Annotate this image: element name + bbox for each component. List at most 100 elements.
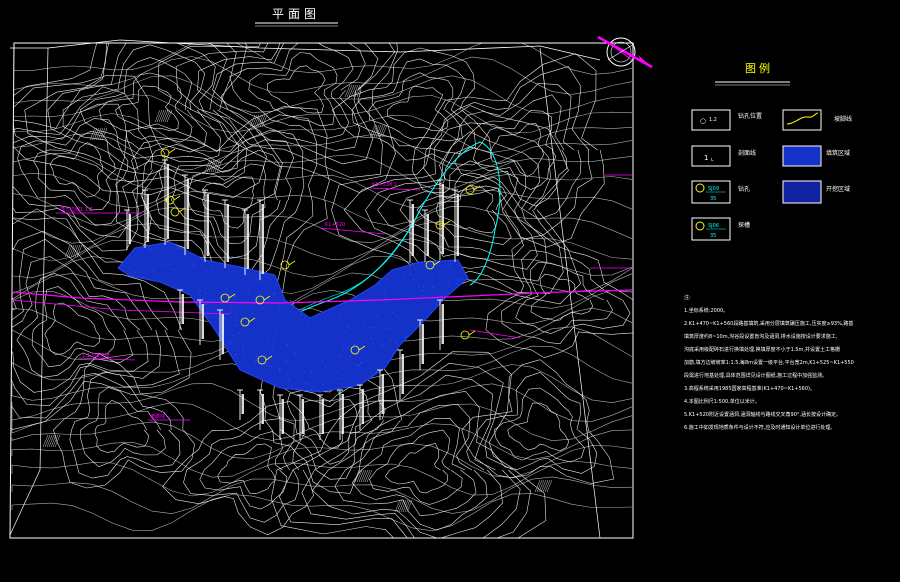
fill-dot <box>300 361 302 363</box>
legend-label-section: 剖面线 <box>738 150 757 157</box>
contour-line <box>229 43 354 139</box>
fill-dot <box>290 313 292 315</box>
contour-line <box>49 142 103 198</box>
fill-dot <box>396 315 398 317</box>
fill-dot <box>384 297 386 299</box>
fill-dot <box>365 379 367 381</box>
fill-dot <box>262 307 264 309</box>
fill-dot <box>271 365 273 367</box>
fill-dot <box>248 313 251 316</box>
station-text-mark <box>186 179 189 249</box>
svg-text:SJ06: SJ06 <box>708 223 719 229</box>
fill-dot <box>230 311 232 313</box>
fill-dot <box>377 282 379 285</box>
fill-dot <box>342 378 344 380</box>
fill-dot <box>392 311 394 313</box>
fill-dot <box>404 336 406 338</box>
fill-dot <box>295 352 297 354</box>
legend-title: 图例 <box>745 62 773 75</box>
station-text-mark <box>181 294 184 324</box>
fill-dot <box>388 314 390 316</box>
fill-dot <box>360 362 362 364</box>
fill-dot <box>376 340 378 342</box>
fill-dot <box>457 279 459 281</box>
fill-dot <box>254 361 256 363</box>
note-line: 段需进行地基处理,具体范围详见设计图纸,施工过程中加强监测。 <box>684 373 828 379</box>
fill-dot <box>456 278 459 280</box>
fill-dot <box>395 342 397 344</box>
fill-dot <box>172 247 174 249</box>
fill-dot <box>201 265 203 267</box>
fill-dot <box>310 371 312 373</box>
fill-dot <box>390 328 392 330</box>
fill-dot <box>319 366 321 368</box>
fill-dot <box>410 273 412 275</box>
station-text-mark <box>166 164 169 239</box>
fill-dot <box>315 346 317 348</box>
fill-dot <box>340 315 342 318</box>
fill-dot <box>313 367 315 369</box>
fill-dot <box>325 367 327 369</box>
fill-dot <box>304 317 306 319</box>
fill-dot <box>237 333 239 335</box>
contour-line <box>217 443 276 494</box>
fill-dot <box>272 340 275 342</box>
fill-dot <box>227 349 229 351</box>
fill-dot <box>389 306 391 308</box>
fill-dot <box>185 278 187 280</box>
fill-dot <box>193 274 195 276</box>
fill-dot <box>308 327 310 329</box>
contour-line <box>476 371 598 474</box>
fill-dot <box>410 285 412 287</box>
legend-label-excavation: 开挖区域 <box>826 186 851 193</box>
station-text-mark <box>321 399 324 434</box>
fill-dot <box>448 274 451 276</box>
fill-dot <box>241 267 243 269</box>
fill-dot <box>207 293 209 295</box>
fill-dot <box>270 278 272 281</box>
note-line: 6.施工中如发现地质条件与设计不符,应及时通知设计单位进行处理。 <box>684 425 836 431</box>
contour-line <box>501 249 631 345</box>
fill-dot <box>346 326 348 328</box>
fill-dot <box>199 290 201 292</box>
fill-dot <box>380 353 382 355</box>
fill-dot <box>367 360 369 362</box>
station-text-mark <box>426 214 429 256</box>
station-text-mark <box>128 214 131 244</box>
fill-dot <box>194 263 196 265</box>
fill-dot <box>331 339 333 341</box>
fill-dot <box>242 350 244 352</box>
fill-dot <box>372 342 374 344</box>
fill-dot <box>345 336 348 338</box>
fill-dot <box>268 299 270 301</box>
note-line: 加筋,填方边坡坡率1:1.5,每8m设置一级平台,平台宽2m,K1+525~K1… <box>684 360 854 366</box>
fill-dot <box>205 315 207 317</box>
borehole-leader <box>168 148 176 154</box>
road-station-label: K1+520 <box>325 222 346 228</box>
borehole-leader <box>468 330 476 336</box>
contour-line <box>10 74 166 263</box>
contour-line <box>11 75 633 115</box>
fill-dot <box>373 358 375 360</box>
fill-dot <box>393 280 395 282</box>
fill-dot <box>347 346 349 348</box>
note-line: 沟底采用级配碎石进行换填处理,换填厚度不小于1.5m,并设置土工格栅 <box>684 347 841 353</box>
north-arrow-icon <box>597 35 653 69</box>
station-text-mark <box>146 194 149 242</box>
fill-dot <box>273 292 275 294</box>
fill-dot <box>235 324 237 326</box>
note-line: 4.本图比例尺1:500,单位以米计。 <box>684 399 760 405</box>
station-text-mark <box>241 394 244 414</box>
map-frame <box>9 42 634 539</box>
fill-dot <box>279 369 281 372</box>
fill-dot <box>249 335 251 337</box>
fill-dot <box>134 271 136 274</box>
fill-dot <box>149 265 151 267</box>
fill-dot <box>247 289 250 292</box>
station-text-mark <box>441 304 444 344</box>
station-text-mark <box>226 204 229 262</box>
fill-dot <box>211 267 213 269</box>
toe-line-icon <box>782 109 822 131</box>
fill-dot <box>222 311 224 313</box>
fill-dot <box>191 261 193 263</box>
